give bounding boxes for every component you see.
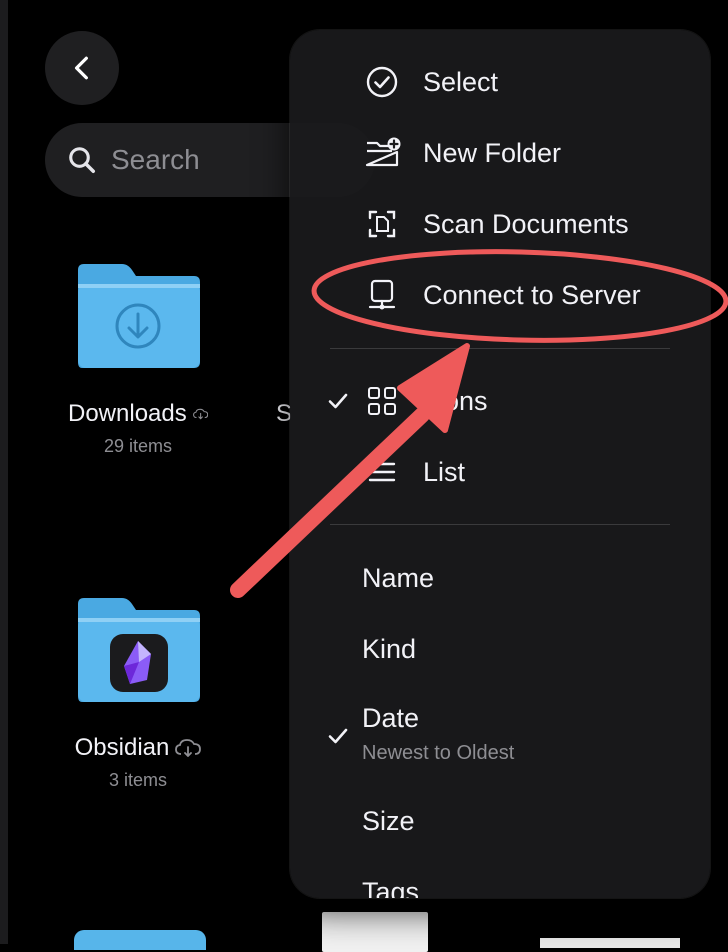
menu-item-label: Size: [362, 805, 415, 836]
menu-item-label: Kind: [362, 633, 417, 664]
menu-item-new-folder[interactable]: New Folder: [290, 123, 710, 183]
menu-item-sort-size[interactable]: Size: [290, 791, 710, 851]
menu-divider: [330, 524, 670, 525]
folder-downloads[interactable]: Downloads 29 items: [68, 262, 208, 457]
obsidian-folder-icon: [78, 598, 200, 702]
menu-item-select[interactable]: Select: [290, 52, 710, 112]
sort-order-label: Newest to Oldest: [362, 742, 515, 764]
more-options-menu: Select New Folder Scan Documents Connect…: [290, 30, 710, 898]
checkmark-icon: [328, 728, 348, 744]
menu-item-scan-documents[interactable]: Scan Documents: [290, 194, 710, 254]
document-thumbnail: [322, 912, 428, 952]
menu-item-connect-to-server[interactable]: Connect to Server: [290, 265, 710, 325]
menu-item-label: Tags: [362, 876, 420, 899]
menu-item-sort-name[interactable]: Name: [290, 548, 710, 608]
folder-item-count: 29 items: [103, 436, 173, 456]
search-icon: [69, 147, 95, 173]
menu-item-label: Icons: [423, 385, 488, 416]
checkmark-icon: [328, 393, 348, 409]
folder-partial-bottom: [74, 930, 206, 950]
folder-name: Obsidian: [74, 734, 170, 761]
menu-item-sort-kind[interactable]: Kind: [290, 619, 710, 679]
folder-item-count: 3 items: [108, 770, 168, 790]
menu-item-sort-date[interactable]: Date Newest to Oldest: [290, 690, 710, 770]
cloud-download-icon: [175, 739, 202, 757]
server-icon: [368, 279, 396, 310]
menu-item-label: Date: [362, 703, 420, 733]
menu-item-label: Scan Documents: [423, 208, 629, 239]
menu-item-sort-tags[interactable]: Tags: [290, 862, 710, 899]
folder-name: Downloads: [68, 400, 187, 427]
checkmark-circle-icon: [366, 66, 398, 98]
chevron-left-icon: [74, 56, 88, 80]
menu-item-label: Connect to Server: [423, 279, 641, 310]
menu-item-label: New Folder: [423, 137, 562, 168]
menu-item-label: Name: [362, 562, 435, 593]
menu-item-view-icons[interactable]: Icons: [290, 371, 710, 431]
downloads-folder-icon: [78, 264, 200, 368]
new-folder-icon: [365, 137, 401, 167]
menu-divider: [330, 348, 670, 349]
grid-icon: [368, 387, 396, 415]
list-icon: [368, 462, 396, 482]
scan-document-icon: [368, 210, 396, 238]
menu-item-label: Select: [423, 66, 499, 97]
cloud-download-icon: [192, 408, 208, 420]
search-placeholder: Search: [111, 144, 200, 175]
menu-item-label: List: [423, 456, 466, 487]
document-thumbnail: [540, 938, 680, 948]
folder-obsidian[interactable]: Obsidian 3 items: [68, 596, 208, 791]
left-edge-bar: [0, 0, 8, 944]
menu-item-view-list[interactable]: List: [290, 442, 710, 502]
back-button[interactable]: [45, 31, 119, 105]
